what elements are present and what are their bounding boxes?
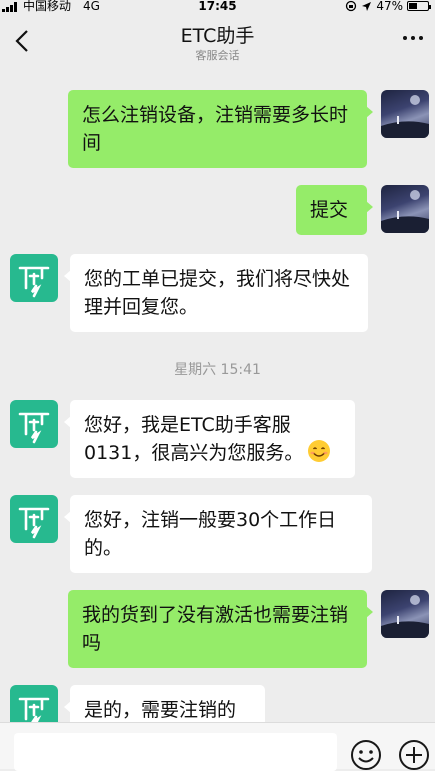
battery-percent: 47%	[376, 0, 403, 13]
service-avatar[interactable]	[10, 495, 58, 543]
page-subtitle: 客服会话	[195, 49, 240, 62]
message-input[interactable]	[14, 733, 337, 771]
input-bar	[0, 722, 435, 771]
more-icon[interactable]	[403, 36, 423, 40]
status-bar: 中国移动 4G 17:45 47%	[0, 0, 435, 14]
etc-logo-icon	[18, 412, 50, 444]
rotation-lock-icon	[346, 0, 357, 12]
service-avatar[interactable]	[10, 400, 58, 448]
user-avatar[interactable]	[381, 590, 429, 638]
service-avatar[interactable]	[10, 254, 58, 302]
etc-logo-icon	[18, 507, 50, 539]
message-text: 您好，我是ETC助手客服0131，很高兴为您服务。	[84, 414, 304, 464]
nav-bar: ETC助手 客服会话	[0, 14, 435, 70]
battery-icon	[407, 1, 431, 11]
user-avatar[interactable]	[381, 90, 429, 138]
message-bubble[interactable]: 我的货到了没有激活也需要注销吗	[68, 590, 373, 668]
message-bubble[interactable]: 怎么注销设备，注销需要多长时间	[68, 90, 373, 168]
smiling-face-icon	[308, 440, 331, 462]
user-avatar[interactable]	[381, 185, 429, 233]
timestamp: 星期六 15:41	[174, 362, 261, 378]
message-bubble[interactable]: 您好，我是ETC助手客服0131，很高兴为您服务。	[64, 400, 355, 478]
plus-icon[interactable]	[398, 739, 430, 771]
page-title: ETC助手	[180, 25, 255, 47]
emoji-icon[interactable]	[350, 739, 382, 771]
message-bubble[interactable]: 您的工单已提交，我们将尽快处理并回复您。	[64, 254, 368, 332]
message-bubble[interactable]: 提交	[296, 185, 373, 235]
location-icon	[362, 1, 372, 11]
message-bubble[interactable]: 您好，注销一般要30个工作日的。	[64, 495, 372, 573]
etc-logo-icon	[18, 266, 50, 298]
